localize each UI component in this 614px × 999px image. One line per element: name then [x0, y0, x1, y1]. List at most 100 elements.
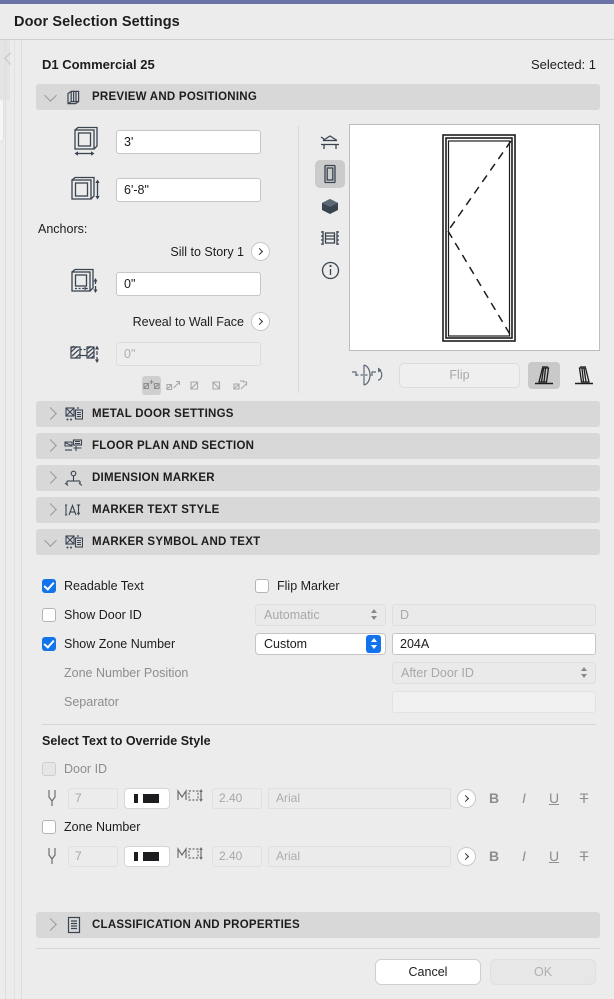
section-header-markersymbol[interactable]: MARKER SYMBOL AND TEXT	[36, 529, 600, 555]
bold-button[interactable]: B	[482, 848, 506, 864]
positioning-controls: 3' 6'-8" Anchors: Sill to Story 1 0" Rev…	[36, 124, 298, 395]
document-list-icon	[64, 916, 83, 935]
underline-button[interactable]: U	[542, 790, 566, 806]
section-label-markertext: MARKER TEXT STYLE	[92, 504, 220, 516]
object-header: D1 Commercial 25 Selected: 1	[36, 40, 600, 84]
text-size-input[interactable]: 2.40	[212, 787, 262, 809]
anchor-toggle-group	[36, 376, 298, 395]
pen-style-button[interactable]	[124, 845, 170, 867]
show-zone-number-label: Show Zone Number	[64, 636, 176, 651]
width-input[interactable]: 3'	[116, 130, 261, 154]
bold-button[interactable]: B	[482, 790, 506, 806]
show-door-id-label: Show Door ID	[64, 607, 142, 622]
section-header-classification[interactable]: CLASSIFICATION AND PROPERTIES	[36, 912, 600, 938]
door-id-override-checkbox[interactable]	[42, 762, 56, 776]
section-label-classification: CLASSIFICATION AND PROPERTIES	[92, 919, 300, 931]
pen-style-button[interactable]	[124, 787, 170, 809]
zone-position-value: After Door ID	[401, 665, 474, 680]
cancel-button[interactable]: Cancel	[375, 959, 481, 985]
text-size-input[interactable]: 2.40	[212, 845, 262, 867]
door-front-view-icon[interactable]	[315, 160, 345, 188]
marker-symbol-icon	[64, 533, 83, 552]
door-id-override-row[interactable]: Door ID	[42, 755, 596, 783]
mirror-door-icon[interactable]	[349, 361, 391, 389]
zone-number-override-checkbox[interactable]	[42, 820, 56, 834]
pen-number-input[interactable]: 7	[68, 787, 118, 809]
preview-positioning-body: 3' 6'-8" Anchors: Sill to Story 1 0" Rev…	[36, 116, 600, 401]
flip-marker-checkbox[interactable]	[255, 578, 269, 593]
readable-text-checkbox-wrap[interactable]: Readable Text	[42, 578, 255, 593]
info-view-icon[interactable]	[315, 256, 345, 284]
anchor-toggle-center[interactable]	[142, 376, 161, 395]
zone-mode-wrap: Custom	[255, 632, 392, 655]
door-preview-canvas[interactable]	[349, 124, 600, 351]
chevron-down-icon	[44, 89, 57, 102]
door-id-mode-value: Automatic	[264, 607, 320, 622]
chevron-right-icon	[44, 470, 57, 484]
section-header-metal[interactable]: METAL DOOR SETTINGS	[36, 401, 600, 427]
section-header-floorplan[interactable]: FLOOR PLAN AND SECTION	[36, 433, 600, 459]
zone-position-select[interactable]: After Door ID	[392, 661, 596, 684]
separator-input[interactable]	[392, 690, 596, 713]
text-size-icon	[176, 845, 206, 868]
3d-view-icon[interactable]	[315, 192, 345, 220]
show-door-id-row: Show Door ID Automatic D	[42, 600, 596, 629]
show-zone-number-checkbox[interactable]	[42, 636, 56, 651]
font-options-button[interactable]	[457, 788, 476, 808]
anchor-toggle-left-corner[interactable]	[186, 376, 205, 395]
height-input[interactable]: 6'-8"	[116, 178, 261, 202]
ok-button[interactable]: OK	[490, 959, 596, 985]
font-family-input[interactable]: Arial	[268, 845, 451, 867]
window-titlebar: Door Selection Settings	[0, 4, 614, 40]
door-id-value-wrap: D	[392, 603, 596, 626]
show-door-id-checkbox-wrap[interactable]: Show Door ID	[42, 607, 255, 622]
strikethrough-button[interactable]: T	[572, 848, 596, 864]
zone-number-override-row[interactable]: Zone Number	[42, 813, 596, 841]
zone-number-override-label: Zone Number	[64, 820, 141, 834]
pen-weight-icon	[42, 788, 62, 808]
flex-spacer	[36, 875, 600, 912]
italic-button[interactable]: I	[512, 848, 536, 864]
anchor-toggle-right-corner[interactable]	[208, 376, 227, 395]
reveal-anchor-next-button[interactable]	[251, 312, 270, 331]
door-id-mode-select[interactable]: Automatic	[255, 603, 386, 626]
pen-number-input[interactable]: 7	[68, 845, 118, 867]
zone-number-input[interactable]: 204A	[392, 632, 596, 655]
door-id-input[interactable]: D	[392, 603, 596, 626]
swing-right-icon[interactable]	[568, 362, 600, 389]
section-view-icon[interactable]	[315, 224, 345, 252]
anchor-toggle-left[interactable]	[164, 376, 183, 395]
strikethrough-button[interactable]: T	[572, 790, 596, 806]
height-row: 6'-8"	[36, 172, 298, 208]
sill-input[interactable]: 0"	[116, 272, 261, 296]
marker-symbol-panel: Readable Text Flip Marker Show Door ID A…	[36, 561, 600, 875]
window-body: D1 Commercial 25 Selected: 1 PREVIEW AND…	[0, 40, 614, 999]
section-header-markertext[interactable]: MARKER TEXT STYLE	[36, 497, 600, 523]
swing-left-icon[interactable]	[528, 361, 560, 389]
reveal-anchor-header: Reveal to Wall Face	[36, 312, 298, 331]
readable-text-checkbox[interactable]	[42, 578, 56, 593]
font-options-button[interactable]	[457, 846, 476, 866]
book-3d-icon	[64, 88, 83, 107]
flip-marker-checkbox-wrap[interactable]: Flip Marker	[255, 578, 596, 593]
underline-button[interactable]: U	[542, 848, 566, 864]
italic-button[interactable]: I	[512, 790, 536, 806]
anchor-toggle-both[interactable]	[230, 376, 249, 395]
zone-mode-select[interactable]: Custom	[255, 632, 386, 655]
reveal-input[interactable]: 0"	[116, 342, 261, 366]
section-header-dimension[interactable]: DIMENSION MARKER	[36, 465, 600, 491]
door-id-format-toolbar: 7 2.40 Arial B I U T	[42, 783, 596, 813]
sill-anchor-next-button[interactable]	[251, 242, 270, 261]
show-zone-number-checkbox-wrap[interactable]: Show Zone Number	[42, 636, 255, 651]
font-family-input[interactable]: Arial	[268, 787, 451, 809]
section-header-preview[interactable]: PREVIEW AND POSITIONING	[36, 84, 600, 110]
rail-tab-stub-1[interactable]	[0, 98, 4, 142]
zone-number-format-toolbar: 7 2.40 Arial B I U T	[42, 841, 596, 871]
zone-value-wrap: 204A	[392, 632, 596, 655]
elevation-view-icon[interactable]	[315, 128, 345, 156]
separator-label: Separator	[64, 694, 119, 709]
chevron-right-icon	[44, 917, 57, 931]
flip-button[interactable]: Flip	[399, 362, 520, 388]
preview-panel: Flip	[311, 124, 600, 395]
show-door-id-checkbox[interactable]	[42, 607, 56, 622]
